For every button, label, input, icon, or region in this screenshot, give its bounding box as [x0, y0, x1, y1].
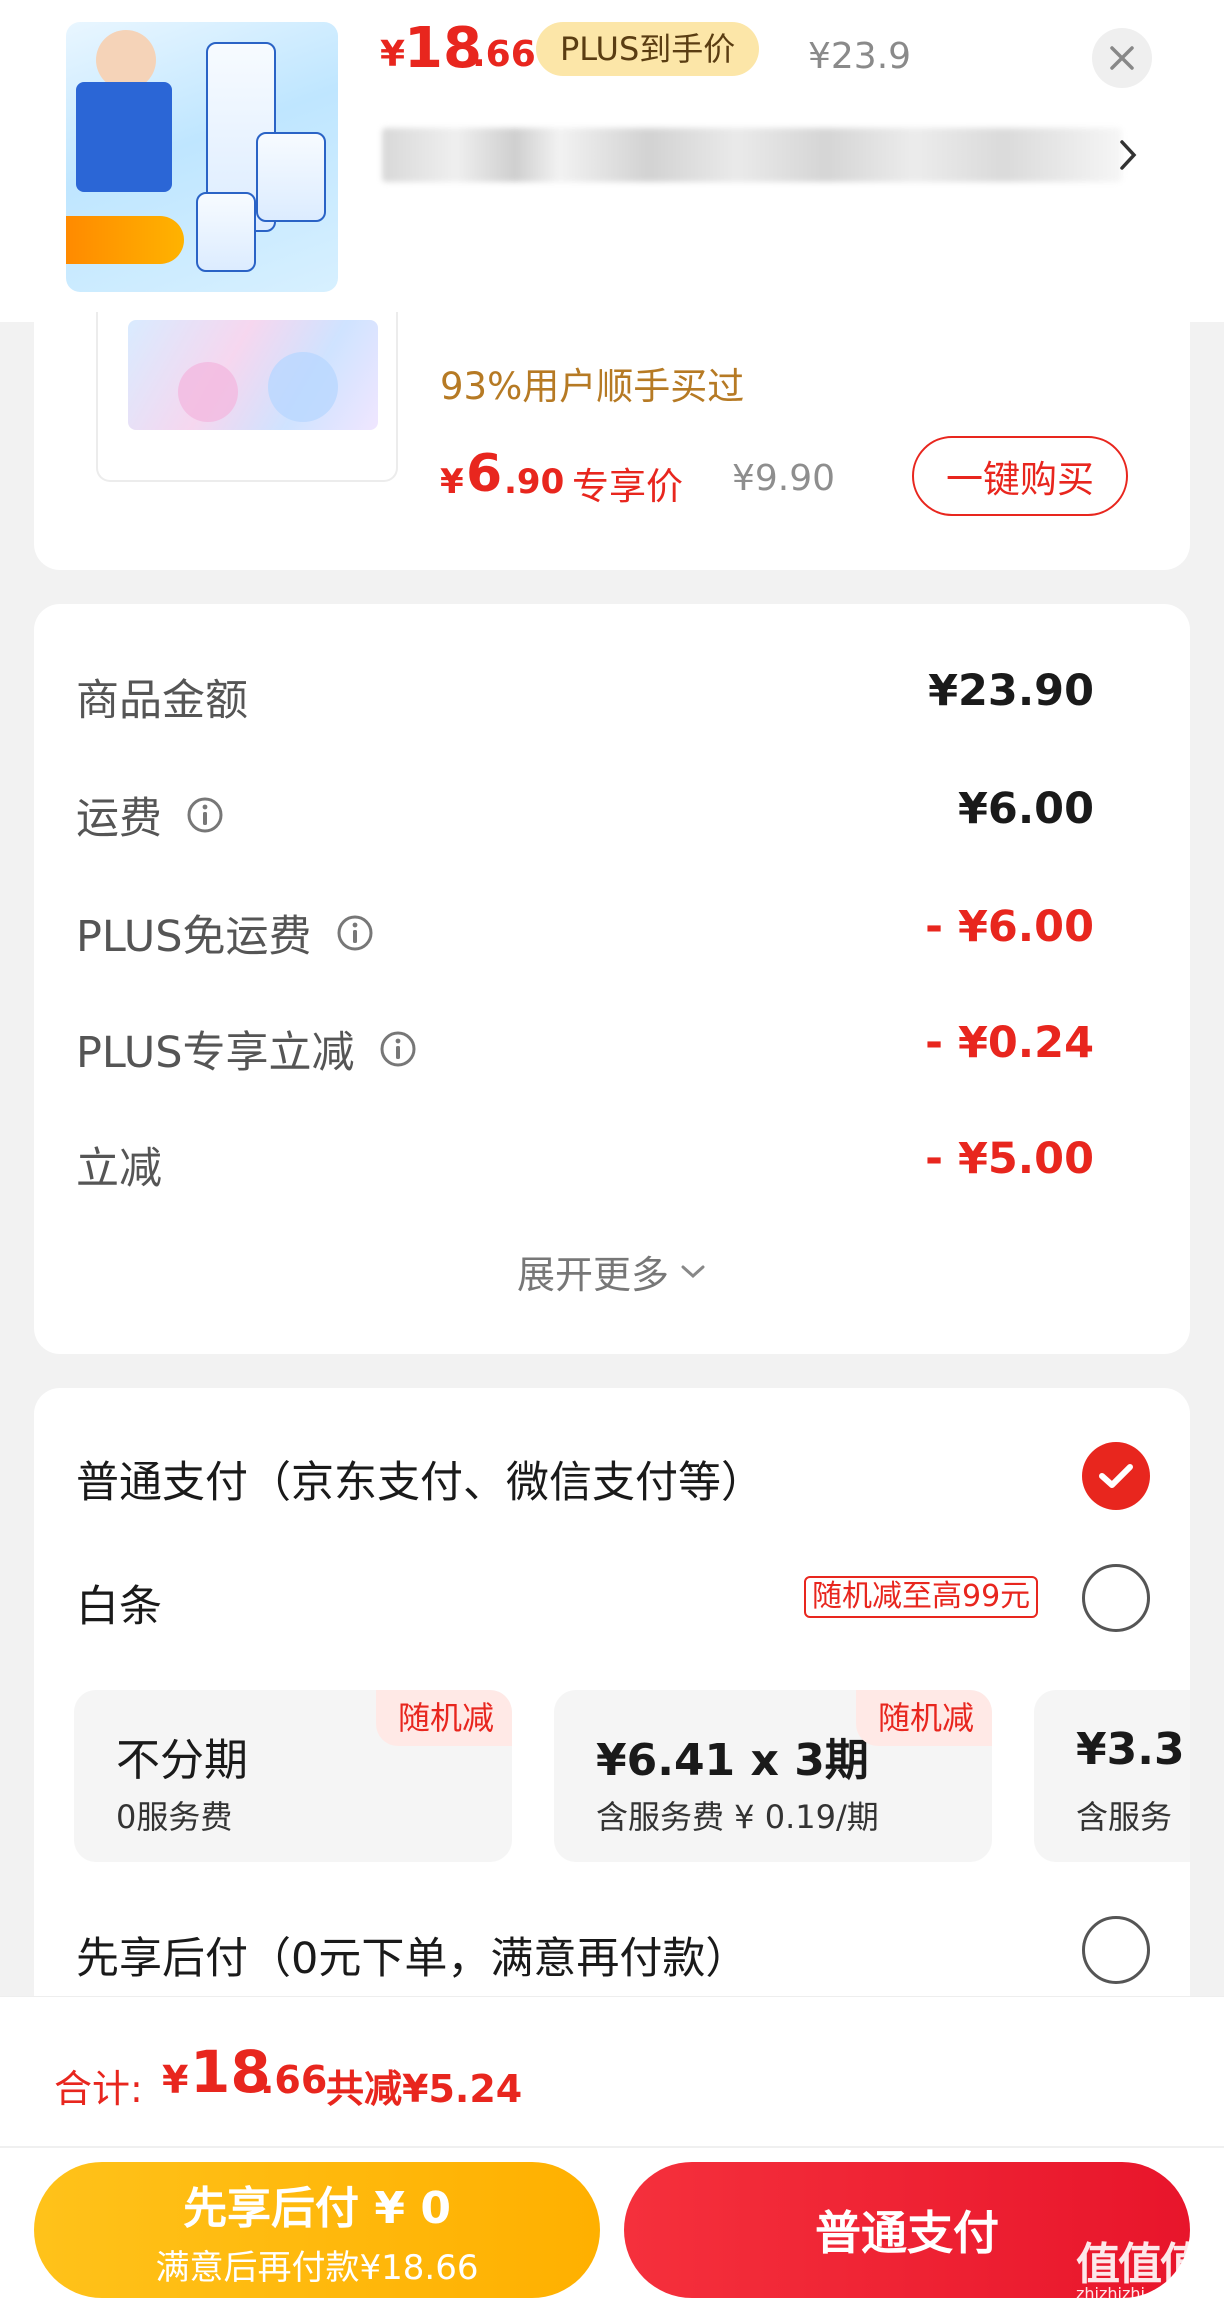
header-price-integer: 18	[404, 16, 482, 81]
header-original-price: ¥23.9	[808, 36, 912, 77]
info-circle-icon	[380, 1031, 416, 1067]
total-integer: 18	[190, 2038, 271, 2106]
normal-pay-radio-checked[interactable]	[1082, 1442, 1150, 1510]
summary-row-goods-value: ¥23.90	[928, 666, 1094, 716]
summary-row-goods-label: 商品金额	[76, 666, 248, 728]
recommendation-pack-art	[128, 320, 378, 430]
pay-later-radio[interactable]	[1082, 1916, 1150, 1984]
expand-more-button[interactable]: 展开更多	[0, 1244, 1224, 1299]
title-chevron[interactable]	[1118, 128, 1148, 182]
checkmark-icon	[1099, 1464, 1133, 1488]
thumbnail-pack	[256, 132, 326, 222]
thumbnail-badge	[66, 216, 184, 264]
recommendation-pack-art	[268, 352, 338, 422]
summary-row-plus-discount-value: - ¥0.24	[925, 1018, 1094, 1068]
total-saving: 共减¥5.24	[326, 2067, 523, 2111]
summary-label-text: 立减	[76, 1144, 162, 1194]
summary-label-text: 商品金额	[76, 676, 248, 726]
plan-fee: 0服务费	[116, 1798, 233, 1836]
total-label: 合计:	[54, 2067, 143, 2111]
site-watermark: 值值值	[1076, 2239, 1204, 2290]
thumbnail-figure	[96, 30, 156, 90]
close-icon	[1110, 46, 1134, 70]
chevron-down-icon	[681, 1265, 705, 1278]
plus-price-tag: PLUS到手价	[536, 22, 760, 76]
pay-later-option-label[interactable]: 先享后付（0元下单，满意再付款）	[76, 1924, 748, 1986]
total-symbol: ¥	[162, 2058, 189, 2102]
recommendation-thumbnail[interactable]	[96, 312, 398, 482]
info-icon[interactable]	[336, 914, 374, 952]
installment-plan-card[interactable]: ¥6.41 x 3期 含服务费 ¥ 0.19/期 随机减	[554, 1690, 992, 1862]
recommendation-price-symbol: ¥	[440, 462, 464, 502]
footer-divider	[0, 2146, 1224, 2148]
one-click-buy-button[interactable]: 一键购买	[912, 436, 1128, 516]
summary-label-text: 运费	[76, 794, 162, 844]
pay-later-button[interactable]: 先享后付 ¥ 0 满意后再付款¥18.66	[34, 2162, 600, 2298]
thumbnail-pack	[196, 192, 256, 272]
info-circle-icon	[337, 915, 373, 951]
recommendation-pack-art	[178, 362, 238, 422]
installment-plan-card[interactable]: ¥3.3 含服务	[1034, 1690, 1190, 1862]
plan-fee: 含服务费 ¥ 0.19/期	[596, 1798, 879, 1836]
product-title-blurred[interactable]	[382, 128, 1122, 182]
recommendation-price-tag: 专享价	[572, 465, 683, 508]
summary-row-discount-label: 立减	[76, 1134, 162, 1196]
pay-later-button-subtitle: 满意后再付款¥18.66	[155, 2247, 479, 2288]
baitiao-radio[interactable]	[1082, 1564, 1150, 1632]
close-button[interactable]	[1092, 28, 1152, 88]
plan-promo-corner: 随机减	[855, 1690, 992, 1746]
pay-later-button-title: 先享后付 ¥ 0	[183, 2182, 451, 2234]
summary-row-plus-discount-label: PLUS专享立减	[76, 1018, 417, 1080]
summary-row-plus-shipping-value: - ¥6.00	[925, 902, 1094, 952]
total-decimal: .66	[260, 2058, 328, 2102]
summary-label-text: PLUS专享立减	[76, 1028, 355, 1078]
site-watermark-url: zhizhizhi.com	[1076, 2284, 1185, 2303]
recommendation-subtitle: 93%用户顺手买过	[440, 365, 745, 408]
recommendation-price-integer: 6	[466, 444, 503, 504]
installment-plan-card[interactable]: 不分期 0服务费 随机减	[74, 1690, 512, 1862]
summary-row-shipping-label: 运费	[76, 784, 224, 846]
expand-more-label: 展开更多	[516, 1253, 669, 1297]
baitiao-option-label[interactable]: 白条	[76, 1572, 162, 1634]
plan-title: ¥3.3	[1076, 1724, 1185, 1775]
plan-fee: 含服务	[1076, 1798, 1173, 1836]
plan-title: ¥6.41 x 3期	[596, 1735, 869, 1786]
plan-title: 不分期	[116, 1735, 248, 1786]
header-price-symbol: ¥	[380, 34, 406, 75]
chevron-right-icon	[1120, 140, 1137, 170]
summary-label-text: PLUS免运费	[76, 912, 312, 962]
header-price-decimal: .66	[472, 34, 536, 75]
summary-row-plus-shipping-label: PLUS免运费	[76, 902, 374, 964]
info-circle-icon	[187, 797, 223, 833]
summary-row-shipping-value: ¥6.00	[957, 784, 1094, 834]
product-thumbnail[interactable]	[66, 22, 338, 292]
normal-pay-option-label[interactable]: 普通支付（京东支付、微信支付等）	[76, 1448, 764, 1510]
info-icon[interactable]	[186, 796, 224, 834]
thumbnail-card	[76, 82, 172, 192]
recommendation-price-decimal: .90	[504, 462, 565, 502]
summary-row-discount-value: - ¥5.00	[925, 1134, 1094, 1184]
plan-promo-corner: 随机减	[375, 1690, 512, 1746]
baitiao-promo-tag: 随机减至高99元	[804, 1576, 1039, 1618]
info-icon[interactable]	[379, 1030, 417, 1068]
recommendation-original-price: ¥9.90	[732, 458, 836, 499]
